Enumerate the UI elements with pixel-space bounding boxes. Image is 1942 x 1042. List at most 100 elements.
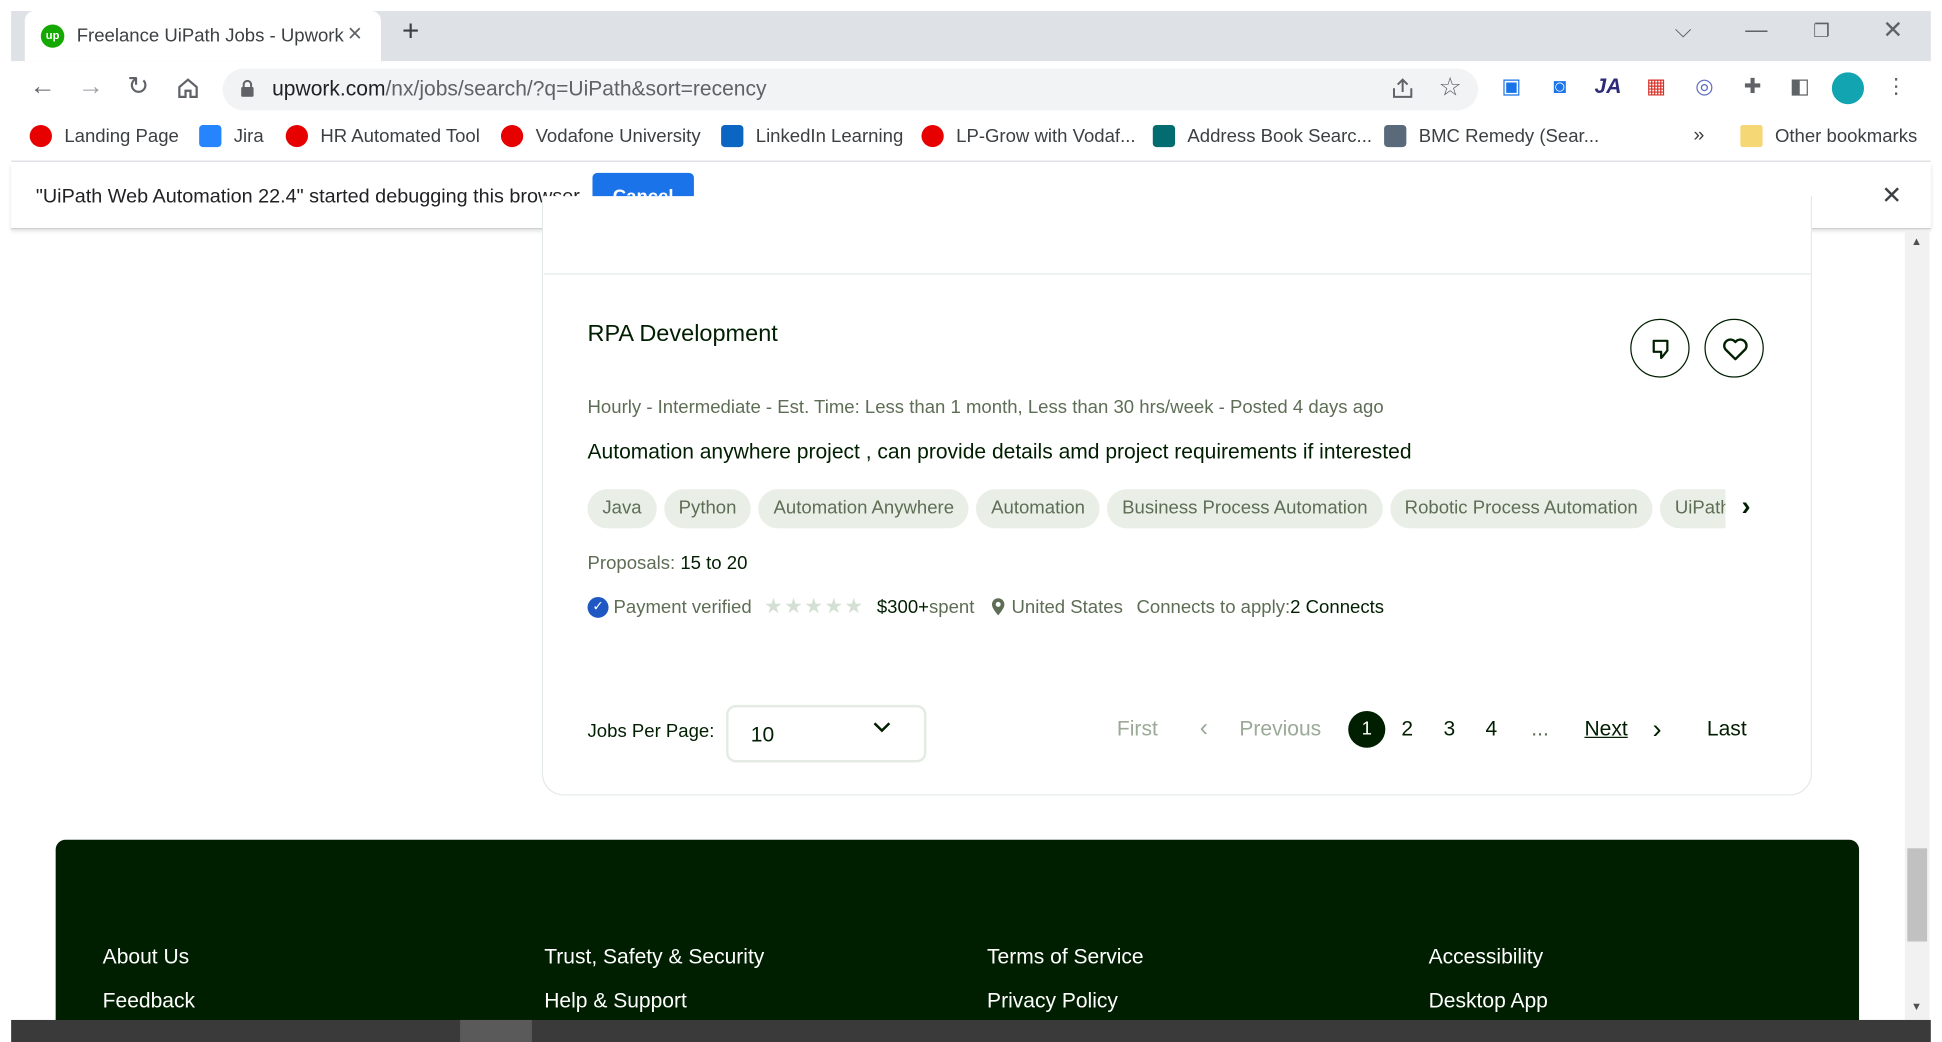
- job-description: Automation anywhere project , can provid…: [587, 440, 1412, 464]
- skill-chip[interactable]: Automation: [976, 489, 1100, 529]
- skill-chip[interactable]: Business Process Automation: [1107, 489, 1383, 529]
- menu-dots-icon[interactable]: ⋮: [1881, 72, 1911, 101]
- vodafone-icon: [500, 125, 524, 148]
- footer-link-feedback[interactable]: Feedback: [103, 989, 195, 1014]
- next-chevron-icon[interactable]: ›: [1652, 713, 1661, 745]
- new-tab-icon[interactable]: +: [402, 17, 419, 46]
- reload-icon[interactable]: ↻: [127, 71, 149, 103]
- bookmark-item[interactable]: LinkedIn Learning: [721, 123, 903, 150]
- thumbs-down-icon: [1652, 339, 1669, 360]
- skill-chip[interactable]: Robotic Process Automation: [1389, 489, 1653, 529]
- location-pin-icon: [991, 598, 1005, 616]
- skill-chip[interactable]: Python: [663, 489, 752, 529]
- back-icon[interactable]: ←: [30, 71, 56, 103]
- bookmark-label: Landing Page: [64, 125, 179, 147]
- proposals-info: Proposals: 15 to 20: [588, 553, 748, 574]
- pagination-previous[interactable]: Previous: [1239, 717, 1321, 742]
- bookmark-label: Address Book Searc...: [1187, 125, 1373, 147]
- pagination-ellipsis: ...: [1531, 717, 1549, 741]
- scroll-down-icon[interactable]: ▼: [1911, 1000, 1922, 1012]
- lock-icon: [240, 79, 255, 97]
- infobar-close-icon[interactable]: ✕: [1881, 180, 1902, 211]
- vodafone-icon: [29, 125, 52, 148]
- infobar-message: "UiPath Web Automation 22.4" started deb…: [35, 186, 580, 208]
- folder-icon: [1740, 125, 1763, 148]
- save-job-button[interactable]: [1704, 318, 1764, 378]
- home-icon[interactable]: [176, 76, 201, 107]
- job-type: Hourly: [587, 397, 642, 419]
- taskbar-strip: [11, 1019, 1931, 1042]
- side-panel-icon[interactable]: ◧: [1785, 72, 1815, 101]
- skill-chips: Java Python Automation Anywhere Automation B…: [587, 489, 1726, 529]
- job-title-link[interactable]: RPA Development: [588, 321, 778, 348]
- bookmark-item[interactable]: BMC Remedy (Sear...: [1384, 123, 1599, 150]
- heart-icon: [1723, 338, 1748, 361]
- bookmark-label: LinkedIn Learning: [755, 125, 904, 147]
- pagination-page[interactable]: 4: [1486, 717, 1498, 742]
- jobs-per-page-select[interactable]: 10: [726, 704, 927, 763]
- uipath-extension-icon[interactable]: ◎: [1690, 72, 1720, 101]
- bookmark-item[interactable]: LP-Grow with Vodaf...: [921, 123, 1136, 150]
- rating-stars: ★★★★★: [764, 594, 865, 618]
- calendar-extension-icon[interactable]: ▦: [1641, 72, 1671, 101]
- pagination-page[interactable]: 2: [1401, 717, 1413, 742]
- bookmark-label: LP-Grow with Vodaf...: [956, 125, 1136, 147]
- bookmark-item[interactable]: Vodafone University: [500, 123, 701, 150]
- bookmarks-overflow-icon[interactable]: »: [1693, 123, 1704, 150]
- footer-link-trust-safety[interactable]: Trust, Safety & Security: [544, 945, 764, 970]
- other-bookmarks-label: Other bookmarks: [1774, 125, 1918, 147]
- footer-link-accessibility[interactable]: Accessibility: [1429, 945, 1544, 970]
- sharepoint-icon: [1152, 125, 1176, 148]
- screenshot-extension-icon[interactable]: ◙: [1545, 72, 1575, 101]
- minimize-icon[interactable]: —: [1745, 17, 1767, 43]
- vodafone-icon: [285, 125, 308, 148]
- proposals-label: Proposals:: [587, 552, 681, 574]
- pagination-page-current[interactable]: 1: [1348, 711, 1386, 748]
- bookmark-item[interactable]: Jira: [199, 123, 264, 150]
- footer-link-help-support[interactable]: Help & Support: [544, 989, 687, 1014]
- taskbar-item[interactable]: [460, 1019, 532, 1042]
- skills-next-chevron-icon[interactable]: ›: [1742, 490, 1751, 522]
- restore-icon[interactable]: ❐: [1813, 20, 1830, 42]
- bookmark-item[interactable]: Landing Page: [29, 123, 179, 150]
- forward-icon[interactable]: →: [78, 71, 104, 103]
- client-location: United States: [1011, 596, 1123, 618]
- bookmark-star-icon[interactable]: ☆: [1439, 72, 1462, 103]
- address-bar[interactable]: upwork.com/nx/jobs/search/?q=UiPath&sort…: [222, 68, 1479, 111]
- profile-avatar[interactable]: [1831, 72, 1865, 105]
- bookmark-label: HR Automated Tool: [320, 125, 480, 147]
- job-meta: Hourly - Intermediate - Est. Time: Less …: [588, 397, 1384, 418]
- scrollbar-thumb[interactable]: [1907, 848, 1928, 942]
- pagination-first[interactable]: First: [1117, 717, 1158, 742]
- chevron-down-icon: [873, 722, 891, 733]
- bookmark-item[interactable]: Address Book Searc...: [1152, 123, 1373, 150]
- scroll-up-icon[interactable]: ▲: [1911, 235, 1922, 247]
- tab-search-icon[interactable]: ⌵: [1675, 17, 1692, 43]
- footer-link-terms[interactable]: Terms of Service: [987, 945, 1144, 970]
- window-close-icon[interactable]: ✕: [1883, 15, 1904, 46]
- upwork-favicon-icon: up: [40, 24, 65, 48]
- pagination-page[interactable]: 3: [1443, 717, 1455, 742]
- pagination-next[interactable]: Next: [1584, 717, 1627, 742]
- skill-chip[interactable]: Automation Anywhere: [758, 489, 969, 529]
- previous-chevron-icon[interactable]: ‹: [1200, 715, 1208, 743]
- pagination-last[interactable]: Last: [1707, 717, 1747, 742]
- proposals-value: 15 to 20: [680, 552, 748, 574]
- footer-link-about-us[interactable]: About Us: [103, 945, 190, 970]
- share-icon[interactable]: [1390, 76, 1415, 107]
- dislike-job-button[interactable]: [1630, 318, 1690, 378]
- job-divider: [544, 273, 1811, 275]
- client-info: ✓ Payment verified ★★★★★ $300+ spent Uni…: [587, 594, 1384, 620]
- extensions-puzzle-icon[interactable]: ✚: [1738, 72, 1768, 101]
- footer-link-desktop-app[interactable]: Desktop App: [1429, 989, 1548, 1014]
- other-bookmarks[interactable]: Other bookmarks: [1740, 123, 1917, 150]
- ja-extension-icon[interactable]: JA: [1593, 72, 1623, 101]
- close-tab-icon[interactable]: ×: [348, 21, 362, 49]
- browser-tab-active[interactable]: up Freelance UiPath Jobs - Upwork ×: [24, 11, 381, 62]
- skill-chip[interactable]: Java: [587, 489, 657, 529]
- skill-chip[interactable]: UiPath: [1660, 489, 1726, 529]
- save-extension-icon[interactable]: ▣: [1497, 72, 1527, 101]
- footer-link-privacy[interactable]: Privacy Policy: [987, 989, 1118, 1014]
- bookmark-item[interactable]: HR Automated Tool: [285, 123, 480, 150]
- bookmark-label: BMC Remedy (Sear...: [1418, 125, 1600, 147]
